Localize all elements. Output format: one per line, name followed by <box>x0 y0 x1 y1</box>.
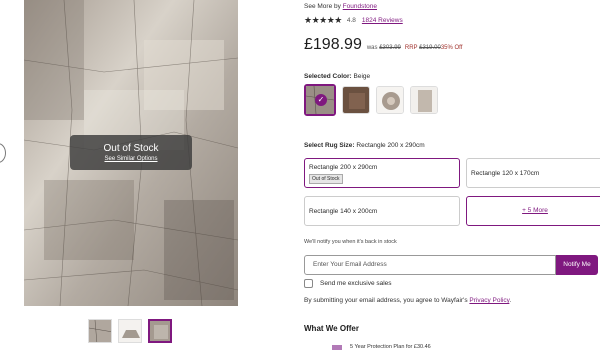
color-swatch-brown[interactable] <box>342 86 370 114</box>
see-more-prefix: See More by <box>304 3 341 10</box>
thumbnail-1[interactable] <box>88 319 112 343</box>
size-option-label: Rectangle 120 x 170cm <box>471 170 540 177</box>
color-label-value: Beige <box>353 73 371 80</box>
current-price: £198.99 <box>304 36 362 53</box>
more-sizes-button[interactable]: + 5 More <box>466 196 600 226</box>
was-price: was £303.99 <box>367 45 401 51</box>
privacy-policy-link[interactable]: Privacy Policy <box>469 297 509 304</box>
color-label-title: Selected Color: <box>304 73 352 80</box>
notify-me-button[interactable]: Notify Me <box>556 255 598 275</box>
back-in-stock-note: We'll notify you when it's back in stock <box>304 239 397 245</box>
reviews-link[interactable]: 1824 Reviews <box>362 17 403 24</box>
size-option-200x290[interactable]: Rectangle 200 x 290cm Out of Stock <box>304 158 460 188</box>
size-label-value: Rectangle 200 x 290cm <box>356 142 425 149</box>
size-option-120x170[interactable]: Rectangle 120 x 170cm <box>466 158 600 188</box>
select-size-label: Select Rug Size: Rectangle 200 x 290cm <box>304 142 425 149</box>
checkmark-icon: ✓ <box>315 94 327 106</box>
thumbnail-3[interactable] <box>148 319 172 343</box>
rating-row: ★★★★★ 4.8 1824 Reviews <box>304 15 403 26</box>
out-of-stock-overlay: Out of Stock See Similar Options <box>70 135 192 170</box>
privacy-agreement: By submitting your email address, you ag… <box>304 297 511 304</box>
protection-plan-icon <box>332 345 342 350</box>
exclusive-sales-label: Send me exclusive sales <box>320 280 392 287</box>
see-more-by: See More by Foundstone <box>304 3 377 10</box>
rrp-price-value: £319.00 <box>419 45 441 51</box>
previous-image-button[interactable] <box>0 143 6 163</box>
color-swatches: ✓ <box>304 84 438 116</box>
was-label: was <box>366 45 378 51</box>
exclusive-sales-row[interactable]: Send me exclusive sales <box>304 279 392 288</box>
see-similar-options-link[interactable]: See Similar Options <box>70 156 192 162</box>
rating-value: 4.8 <box>346 17 356 24</box>
exclusive-sales-checkbox[interactable] <box>304 279 313 288</box>
color-swatch-beige[interactable]: ✓ <box>304 84 336 116</box>
star-rating-icon: ★★★★★ <box>304 15 342 25</box>
what-we-offer-title: What We Offer <box>304 324 359 333</box>
email-input[interactable]: Enter Your Email Address <box>304 255 556 275</box>
color-swatch-light[interactable] <box>410 86 438 114</box>
out-of-stock-title: Out of Stock <box>103 143 159 154</box>
size-option-label: Rectangle 200 x 290cm <box>309 164 378 171</box>
protection-plan-text: 5 Year Protection Plan for £30.46 <box>350 344 431 350</box>
agree-end: . <box>509 297 512 304</box>
price-row: £198.99 was £303.99 RRP £319.00 35% Off <box>304 36 462 54</box>
thumbnail-2[interactable] <box>118 319 142 343</box>
agree-text: By submitting your email address, you ag… <box>304 297 468 304</box>
size-option-140x200[interactable]: Rectangle 140 x 200cm <box>304 196 460 226</box>
size-option-label: Rectangle 140 x 200cm <box>309 208 378 215</box>
rrp-label: RRP <box>404 45 418 51</box>
thumbnail-strip <box>88 319 172 343</box>
was-price-value: £303.99 <box>379 45 401 51</box>
brand-link[interactable]: Foundstone <box>343 3 377 10</box>
size-label-title: Select Rug Size: <box>304 142 355 149</box>
rrp-price: RRP £319.00 <box>405 45 441 51</box>
out-of-stock-tag: Out of Stock <box>309 174 343 184</box>
selected-color-label: Selected Color: Beige <box>304 73 370 80</box>
discount-badge: 35% Off <box>440 45 463 51</box>
color-swatch-round[interactable] <box>376 86 404 114</box>
main-product-image[interactable]: Out of Stock See Similar Options <box>24 0 238 306</box>
